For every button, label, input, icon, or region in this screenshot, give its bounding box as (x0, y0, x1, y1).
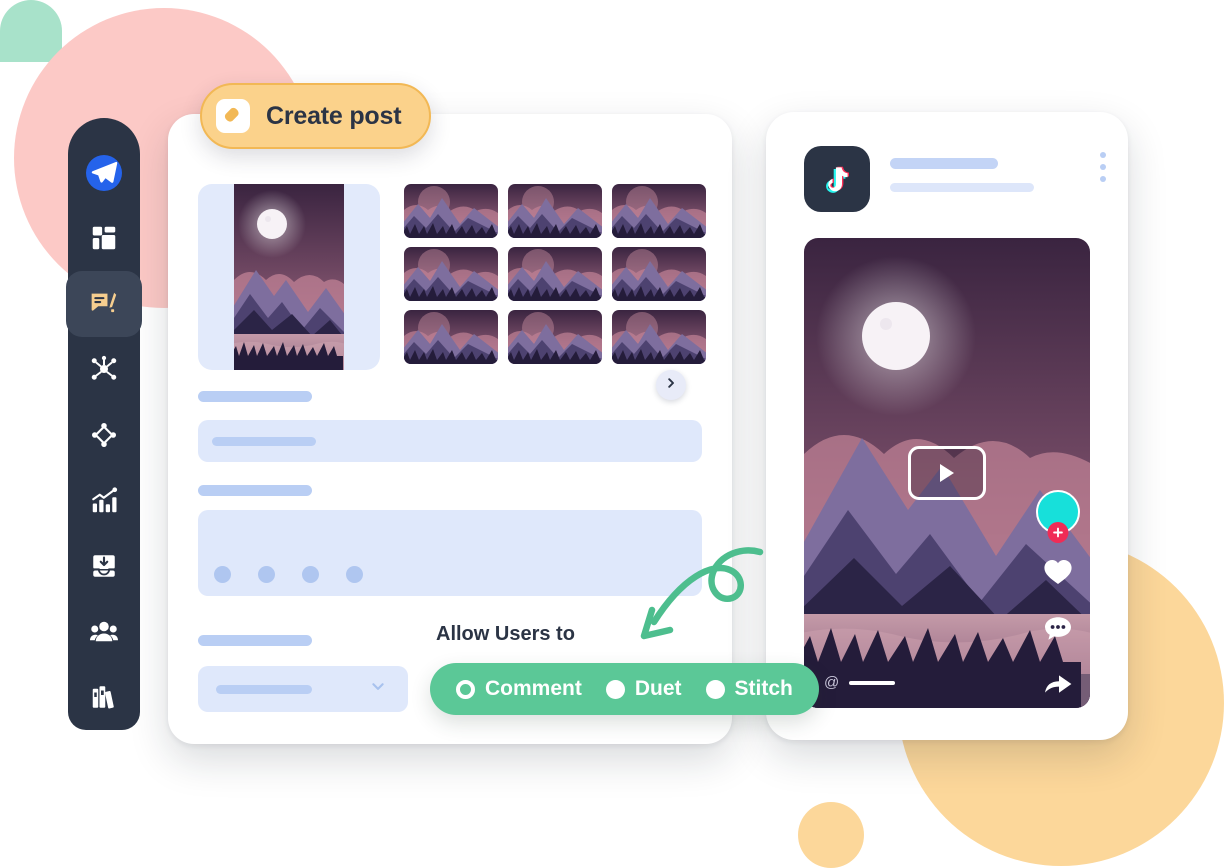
media-thumbnail-grid (404, 184, 710, 370)
sidebar-item-library[interactable] (68, 665, 140, 731)
radio-marker-selected-icon (456, 679, 475, 699)
gallery-next-button[interactable] (656, 370, 686, 400)
emoji-dot[interactable] (214, 566, 231, 583)
at-symbol: @ (824, 674, 840, 691)
allow-users-radio-group: Comment Duet Stitch (430, 663, 819, 715)
radio-option-comment[interactable]: Comment (456, 677, 582, 701)
avatar[interactable] (1036, 490, 1080, 543)
books-library-icon (89, 682, 119, 712)
media-thumbnail[interactable] (612, 247, 706, 301)
emoji-dot[interactable] (346, 566, 363, 583)
privacy-select-label (198, 635, 312, 646)
emoji-dot[interactable] (258, 566, 275, 583)
grid-dashboard-icon (89, 223, 119, 253)
inbox-download-icon (89, 551, 119, 581)
media-thumbnail[interactable] (404, 184, 498, 238)
create-post-label: Create post (266, 101, 402, 130)
radio-label: Duet (634, 677, 682, 700)
emoji-dot[interactable] (302, 566, 319, 583)
sidebar-item-posts[interactable] (66, 271, 142, 337)
play-button-icon[interactable] (908, 446, 986, 500)
title-field-value (212, 437, 316, 446)
radio-label: Comment (485, 677, 582, 700)
title-field[interactable] (198, 420, 702, 462)
video-action-rail (1036, 490, 1080, 703)
radio-option-stitch[interactable]: Stitch (705, 677, 793, 701)
sidebar-item-logo[interactable] (68, 140, 140, 206)
network-hub-icon (89, 354, 119, 384)
media-thumbnail[interactable] (508, 247, 602, 301)
growth-chart-icon (89, 486, 119, 516)
chevron-right-icon (665, 376, 677, 394)
radio-label: Stitch (734, 677, 793, 700)
media-thumbnail[interactable] (508, 184, 602, 238)
title-field-label (198, 391, 312, 402)
media-thumbnail[interactable] (404, 310, 498, 364)
preview-header (804, 146, 1034, 212)
description-field[interactable] (198, 510, 702, 596)
pen-icon (216, 99, 250, 133)
plus-icon (1047, 522, 1069, 543)
description-field-label (198, 485, 312, 496)
media-thumbnail[interactable] (508, 310, 602, 364)
heart-icon[interactable] (1043, 558, 1073, 591)
kebab-menu-icon[interactable] (1100, 152, 1106, 182)
media-thumbnail[interactable] (612, 310, 706, 364)
users-group-icon (89, 617, 119, 647)
sidebar-item-nodes[interactable] (68, 402, 140, 468)
curly-arrow (628, 540, 778, 660)
media-gallery (198, 184, 710, 370)
handle-placeholder-bar (849, 680, 896, 685)
share-arrow-icon[interactable] (1043, 672, 1073, 703)
orange-small-circle-decor (798, 802, 864, 868)
selected-media-preview[interactable] (198, 184, 380, 370)
video-handle: @ (824, 674, 896, 691)
privacy-select[interactable] (198, 666, 408, 712)
media-thumbnail[interactable] (612, 184, 706, 238)
compose-message-icon (89, 289, 119, 319)
tiktok-logo-icon (804, 146, 870, 212)
sidebar-item-network[interactable] (68, 337, 140, 403)
app-sidebar (66, 118, 142, 731)
create-post-badge[interactable]: Create post (200, 83, 432, 149)
allow-users-title: Allow Users to (436, 623, 575, 645)
comment-bubble-icon[interactable] (1043, 615, 1073, 648)
preview-video[interactable]: @ (804, 238, 1090, 708)
radio-marker-icon (605, 679, 625, 699)
preview-card: @ (766, 112, 1128, 740)
paper-plane-icon (86, 154, 122, 191)
mint-shape-decor (0, 0, 62, 62)
radio-marker-icon (705, 679, 725, 699)
diamond-nodes-icon (89, 420, 119, 450)
chevron-down-icon (370, 679, 386, 700)
sidebar-item-inbox[interactable] (68, 533, 140, 599)
sidebar-item-audience[interactable] (68, 599, 140, 665)
preview-account-placeholder (890, 146, 1034, 192)
sidebar-item-dashboard[interactable] (68, 206, 140, 272)
media-thumbnail[interactable] (404, 247, 498, 301)
privacy-select-value (216, 685, 312, 694)
illustration-stage: Create post Allow Users to Comment Duet … (0, 0, 1224, 868)
radio-option-duet[interactable]: Duet (605, 677, 682, 701)
sidebar-item-analytics[interactable] (68, 468, 140, 534)
